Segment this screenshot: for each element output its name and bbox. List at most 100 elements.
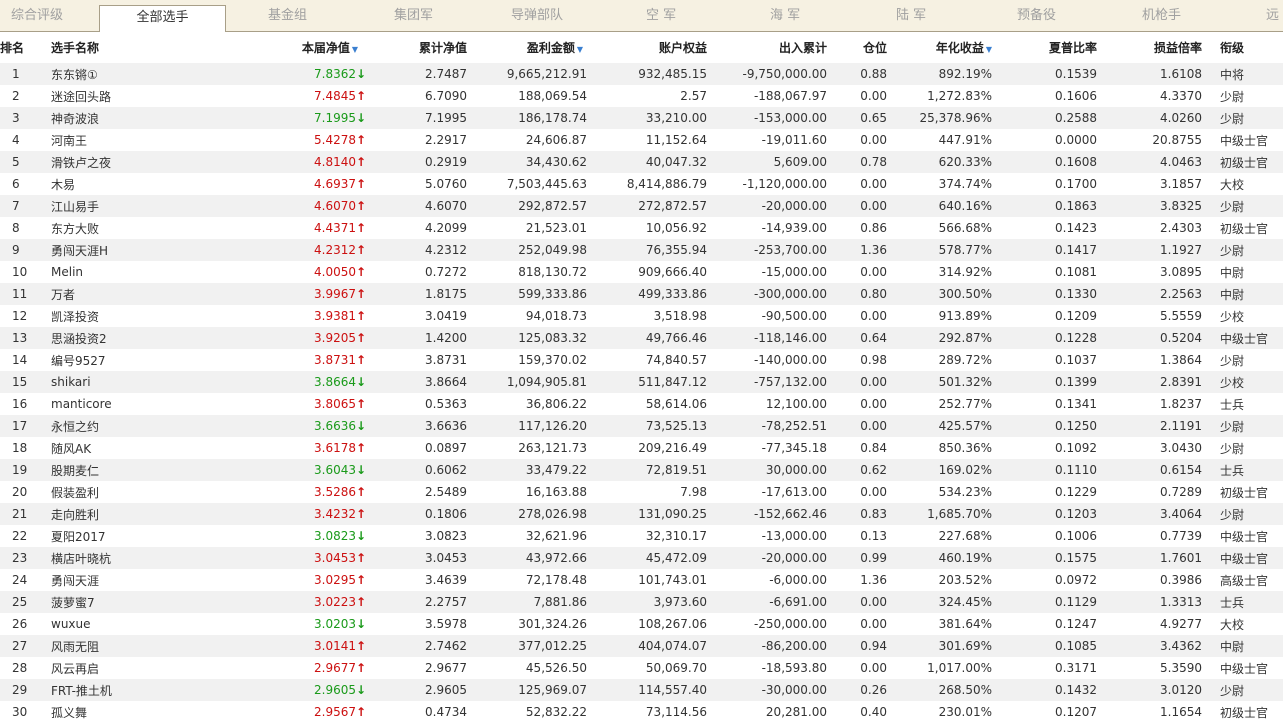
header-pl-ratio[interactable]: 损益倍率 xyxy=(1103,32,1208,63)
tab-group-army[interactable]: 集团军 xyxy=(394,0,433,31)
tab-fund-group[interactable]: 基金组 xyxy=(268,0,307,31)
cell-player-name[interactable]: 勇闯天涯 xyxy=(43,569,253,591)
table-row[interactable]: 3 神奇波浪 7.1995↓ 7.1995 186,178.74 33,210.00 -15… xyxy=(0,107,1283,129)
table-row[interactable]: 7 江山易手 4.6070↑ 4.6070 292,872.57 272,872.57 -2… xyxy=(0,195,1283,217)
cell-pl-ratio: 3.0120 xyxy=(1103,679,1208,701)
table-row[interactable]: 4 河南王 5.4278↑ 2.2917 24,606.87 11,152.64 -19,0… xyxy=(0,129,1283,151)
header-position[interactable]: 仓位 xyxy=(833,32,893,63)
table-row[interactable]: 15 shikari 3.8664↓ 3.8664 1,094,905.81 511,84… xyxy=(0,371,1283,393)
table-row[interactable]: 23 横店叶晓杭 3.0453↑ 3.0453 43,972.66 45,472.09 -2… xyxy=(0,547,1283,569)
cell-player-name[interactable]: wuxue xyxy=(43,613,253,635)
cell-sharpe: 0.1606 xyxy=(998,85,1103,107)
tab-missile-force[interactable]: 导弹部队 xyxy=(511,0,563,31)
tab-army[interactable]: 陆 军 xyxy=(896,0,926,31)
cell-player-name[interactable]: 走向胜利 xyxy=(43,503,253,525)
cell-player-name[interactable]: 夏阳2017 xyxy=(43,525,253,547)
table-row[interactable]: 6 木易 4.6937↑ 5.0760 7,503,445.63 8,414,886.79… xyxy=(0,173,1283,195)
table-row[interactable]: 30 孤义舞 2.9567↑ 0.4734 52,832.22 73,114.56 20,2… xyxy=(0,701,1283,723)
tab-navy[interactable]: 海 军 xyxy=(770,0,800,31)
cell-player-name[interactable]: 万者 xyxy=(43,283,253,305)
cell-player-name[interactable]: 迷途回头路 xyxy=(43,85,253,107)
header-inout[interactable]: 出入累计 xyxy=(713,32,833,63)
header-sharpe[interactable]: 夏普比率 xyxy=(998,32,1103,63)
cell-player-name[interactable]: 假装盈利 xyxy=(43,481,253,503)
header-nav[interactable]: 本届净值 ▼ xyxy=(253,32,368,63)
table-row[interactable]: 20 假装盈利 3.5286↑ 2.5489 16,163.88 7.98 -17,613.… xyxy=(0,481,1283,503)
nav-value: 2.9677 xyxy=(314,661,356,675)
cell-player-name[interactable]: 编号9527 xyxy=(43,349,253,371)
cell-player-name[interactable]: FRT-推土机 xyxy=(43,679,253,701)
cell-player-name[interactable]: 股期麦仁 xyxy=(43,459,253,481)
table-row[interactable]: 19 股期麦仁 3.6043↓ 0.6062 33,479.22 72,819.51 30,… xyxy=(0,459,1283,481)
cell-annual: 227.68% xyxy=(893,525,998,547)
table-row[interactable]: 22 夏阳2017 3.0823↓ 3.0823 32,621.96 32,310.17-… xyxy=(0,525,1283,547)
table-row[interactable]: 27 风雨无阻 3.0141↑ 2.7462 377,012.25 404,074.07-… xyxy=(0,635,1283,657)
nav-value: 3.9967 xyxy=(314,287,356,301)
cell-position: 0.00 xyxy=(833,195,893,217)
header-annual[interactable]: 年化收益 ▼ xyxy=(893,32,998,63)
cell-sharpe: 0.1247 xyxy=(998,613,1103,635)
cell-profit: 43,972.66 xyxy=(473,547,593,569)
cell-player-name[interactable]: 随风AK xyxy=(43,437,253,459)
table-row[interactable]: 11 万者 3.9967↑ 1.8175 599,333.86 499,333.86 -30… xyxy=(0,283,1283,305)
cell-player-name[interactable]: 风云再启 xyxy=(43,657,253,679)
table-row[interactable]: 16 manticore 3.8065↑ 0.5363 36,806.22 58,614.… xyxy=(0,393,1283,415)
cell-player-name[interactable]: 横店叶晓杭 xyxy=(43,547,253,569)
cell-equity: 49,766.46 xyxy=(593,327,713,349)
cell-player-name[interactable]: manticore xyxy=(43,393,253,415)
cell-player-name[interactable]: 风雨无阻 xyxy=(43,635,253,657)
table-row[interactable]: 1 东东锵① 7.8362↓ 2.7487 9,665,212.91 932,485.15… xyxy=(0,63,1283,85)
table-row[interactable]: 24 勇闯天涯 3.0295↑ 3.4639 72,178.48 101,743.01 -6… xyxy=(0,569,1283,591)
sort-down-icon[interactable]: ▼ xyxy=(352,45,358,54)
nav-value: 7.1995 xyxy=(314,111,356,125)
header-profit[interactable]: 盈利金额 ▼ xyxy=(473,32,593,63)
cell-rank: 17 xyxy=(0,415,43,437)
table-row[interactable]: 14 编号9527 3.8731↑ 3.8731 159,370.02 74,840.57… xyxy=(0,349,1283,371)
cell-player-name[interactable]: 菠萝蜜7 xyxy=(43,591,253,613)
table-row[interactable]: 28 风云再启 2.9677↑ 2.9677 45,526.50 50,069.70 -18… xyxy=(0,657,1283,679)
cell-player-name[interactable]: 木易 xyxy=(43,173,253,195)
table-row[interactable]: 26 wuxue 3.0203↓ 3.5978 301,324.26 108,267.06… xyxy=(0,613,1283,635)
table-row[interactable]: 29 FRT-推土机 2.9605↓ 2.9605 125,969.07 114,557.… xyxy=(0,679,1283,701)
cell-player-name[interactable]: 江山易手 xyxy=(43,195,253,217)
tab-reserve[interactable]: 预备役 xyxy=(1017,0,1056,31)
cell-player-name[interactable]: 神奇波浪 xyxy=(43,107,253,129)
cell-player-name[interactable]: 东方大败 xyxy=(43,217,253,239)
table-row[interactable]: 2 迷途回头路 7.4845↑ 6.7090 188,069.54 2.57 -188,06… xyxy=(0,85,1283,107)
cell-player-name[interactable]: Melin xyxy=(43,261,253,283)
tab-air-force[interactable]: 空 军 xyxy=(646,0,676,31)
tab-gunner[interactable]: 机枪手 xyxy=(1142,0,1181,31)
cell-player-name[interactable]: 河南王 xyxy=(43,129,253,151)
table-row[interactable]: 5 滑铁卢之夜 4.8140↑ 0.2919 34,430.62 40,047.32 5,6… xyxy=(0,151,1283,173)
cell-rank-title: 少校 xyxy=(1208,371,1283,393)
table-row[interactable]: 25 菠萝蜜7 3.0223↑ 2.2757 7,881.86 3,973.60 -6,69… xyxy=(0,591,1283,613)
tab-all-players[interactable]: 全部选手 xyxy=(99,5,226,32)
table-row[interactable]: 9 勇闯天涯H 4.2312↑ 4.2312 252,049.98 76,355.94 -2… xyxy=(0,239,1283,261)
table-row[interactable]: 12 凯泽投资 3.9381↑ 3.0419 94,018.73 3,518.98 -90,… xyxy=(0,305,1283,327)
table-row[interactable]: 8 东方大败 4.4371↑ 4.2099 21,523.01 10,056.92 -14,… xyxy=(0,217,1283,239)
header-equity[interactable]: 账户权益 xyxy=(593,32,713,63)
tab-overall-rating[interactable]: 综合评级 xyxy=(11,0,63,31)
table-row[interactable]: 21 走向胜利 3.4232↑ 0.1806 278,026.98 131,090.25-… xyxy=(0,503,1283,525)
tab-more[interactable]: 远 xyxy=(1266,0,1279,31)
cell-player-name[interactable]: 孤义舞 xyxy=(43,701,253,723)
cell-player-name[interactable]: 滑铁卢之夜 xyxy=(43,151,253,173)
cell-player-name[interactable]: shikari xyxy=(43,371,253,393)
header-cum-nav[interactable]: 累计净值 xyxy=(368,32,473,63)
table-row[interactable]: 10 Melin 4.0050↑ 0.7272 818,130.72 909,666.40… xyxy=(0,261,1283,283)
cell-player-name[interactable]: 东东锵① xyxy=(43,63,253,85)
cell-cum-nav: 0.4734 xyxy=(368,701,473,723)
sort-down-icon[interactable]: ▼ xyxy=(986,45,992,54)
cell-player-name[interactable]: 思涵投资2 xyxy=(43,327,253,349)
cell-rank: 15 xyxy=(0,371,43,393)
cell-equity: 72,819.51 xyxy=(593,459,713,481)
table-row[interactable]: 18 随风AK 3.6178↑ 0.0897 263,121.73 209,216.49-… xyxy=(0,437,1283,459)
cell-equity: 499,333.86 xyxy=(593,283,713,305)
cell-player-name[interactable]: 永恒之约 xyxy=(43,415,253,437)
cell-player-name[interactable]: 勇闯天涯H xyxy=(43,239,253,261)
cell-player-name[interactable]: 凯泽投资 xyxy=(43,305,253,327)
nav-value: 4.6070 xyxy=(314,199,356,213)
table-row[interactable]: 17 永恒之约 3.6636↓ 3.6636 117,126.20 73,525.13 -7… xyxy=(0,415,1283,437)
sort-down-icon[interactable]: ▼ xyxy=(577,45,583,54)
table-row[interactable]: 13 思涵投资2 3.9205↑ 1.4200 125,083.32 49,766.46-… xyxy=(0,327,1283,349)
